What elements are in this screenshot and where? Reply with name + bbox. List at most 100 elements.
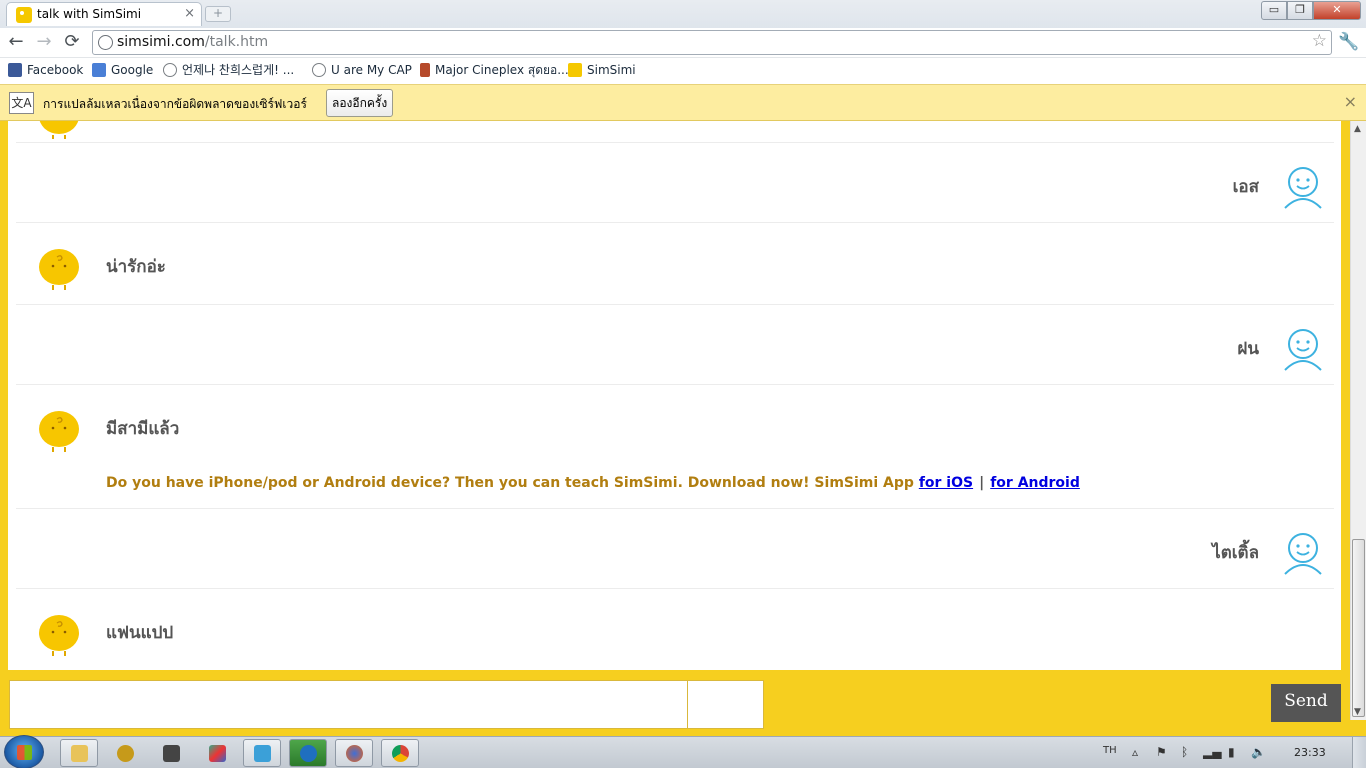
simsimi-avatar-icon — [39, 615, 79, 656]
windows-taskbar: TH ▵ ⚑ ᛒ ▂▄ ▮ 🔈 23:33 — [0, 735, 1366, 768]
taskbar-chrome[interactable] — [381, 739, 419, 767]
window-close-button[interactable]: ✕ — [1313, 1, 1361, 20]
back-button[interactable]: ← — [5, 32, 27, 54]
bookmark-major-cineplex[interactable]: Major Cineplex สุดยอ... — [420, 62, 569, 80]
wrench-menu-icon[interactable]: 🔧 — [1338, 32, 1360, 54]
url-host: simsimi.com — [117, 34, 205, 50]
start-button[interactable] — [4, 735, 44, 768]
address-bar[interactable]: simsimi.com/talk.htm ☆ — [92, 30, 1332, 55]
user-avatar-icon — [1284, 167, 1322, 209]
user-avatar-icon — [1284, 329, 1322, 371]
app-icon — [117, 745, 134, 762]
network-signal-icon[interactable]: ▂▄ — [1203, 745, 1221, 759]
taskbar-app-2[interactable] — [152, 739, 190, 767]
send-button[interactable]: Send — [1271, 684, 1341, 722]
chat-log: เอส น่ารักอ่ะ ฝน มีสามีแล้ว Do you have … — [8, 121, 1341, 670]
taskbar-app-1[interactable] — [106, 739, 144, 767]
messenger-icon — [254, 745, 271, 762]
chrome-icon — [392, 745, 409, 762]
scroll-up-arrow-icon[interactable]: ▲ — [1354, 124, 1361, 134]
bookmark-u-are-my-cap[interactable]: U are My CAP — [312, 62, 412, 80]
globe-icon — [312, 63, 326, 77]
user-message: ไตเติ้ล — [1212, 543, 1259, 563]
chat-input-bar: Send — [0, 670, 1350, 736]
simsimi-avatar-icon — [39, 411, 79, 452]
paint-icon — [209, 745, 226, 762]
simsimi-avatar-icon — [39, 249, 79, 290]
bluetooth-icon[interactable]: ᛒ — [1181, 745, 1188, 759]
bookmark-label: U are My CAP — [331, 63, 412, 77]
browser-titlebar: talk with SimSimi × + ▭ ❐ ✕ — [0, 0, 1366, 28]
taskbar-app-4[interactable] — [289, 739, 327, 767]
window-maximize-button[interactable]: ❐ — [1287, 1, 1313, 20]
promo-text: Do you have iPhone/pod or Android device… — [106, 475, 919, 491]
taskbar-clock[interactable]: 23:33 — [1294, 746, 1326, 759]
forward-button[interactable]: → — [33, 32, 55, 54]
bot-message: แฟนแปป — [106, 623, 174, 643]
url-path: /talk.htm — [204, 34, 269, 50]
volume-icon[interactable]: 🔈 — [1251, 745, 1266, 759]
translate-error-message: การแปลล้มเหลวเนื่องจากข้อผิดพลาดของเซิร์… — [43, 97, 307, 111]
bookmarks-bar: Facebook Google 언제나 찬희스럽게! ... U are My … — [0, 58, 1366, 84]
taskbar-messenger[interactable] — [243, 739, 281, 767]
tab-title: talk with SimSimi — [37, 7, 142, 21]
taskbar-explorer[interactable] — [60, 739, 98, 767]
browser-toolbar: ← → ⟳ simsimi.com/talk.htm ☆ 🔧 — [0, 28, 1366, 58]
power-icon[interactable]: ▮ — [1228, 745, 1235, 759]
bot-message: มีสามีแล้ว — [106, 419, 180, 439]
bookmark-label: Google — [111, 63, 154, 77]
divider — [16, 384, 1334, 385]
clapboard-icon — [163, 745, 180, 762]
simsimi-icon — [568, 63, 582, 77]
user-message: ฝน — [1237, 339, 1259, 359]
bookmark-star-icon[interactable]: ☆ — [1312, 31, 1327, 51]
globe-icon — [163, 63, 177, 77]
divider — [16, 588, 1334, 589]
user-message: เอส — [1232, 177, 1259, 197]
cinema-icon — [420, 63, 430, 77]
ios-app-link[interactable]: for iOS — [919, 475, 973, 491]
action-center-flag-icon[interactable]: ⚑ — [1156, 745, 1167, 759]
bookmark-facebook[interactable]: Facebook — [8, 62, 83, 80]
scroll-down-arrow-icon[interactable]: ▼ — [1354, 707, 1361, 717]
translate-infobar: 文A การแปลล้มเหลวเนื่องจากข้อผิดพลาดของเซ… — [0, 84, 1366, 121]
divider — [16, 142, 1334, 143]
bookmark-label: SimSimi — [587, 63, 636, 77]
facebook-icon — [8, 63, 22, 77]
taskbar-firefox[interactable] — [335, 739, 373, 767]
globe-icon — [300, 745, 317, 762]
close-infobar-button[interactable]: × — [1344, 92, 1357, 111]
bookmark-label: 언제나 찬희스럽게! ... — [182, 63, 295, 77]
translate-icon: 文A — [9, 92, 34, 114]
window-minimize-button[interactable]: ▭ — [1261, 1, 1287, 20]
bookmark-label: Facebook — [27, 63, 84, 77]
app-promo-text: Do you have iPhone/pod or Android device… — [106, 475, 1080, 491]
tab-close-button[interactable]: × — [184, 6, 195, 21]
divider — [16, 304, 1334, 305]
scrollbar-thumb[interactable] — [1352, 539, 1365, 717]
bookmark-simsimi[interactable]: SimSimi — [568, 62, 636, 80]
bot-message: น่ารักอ่ะ — [106, 257, 166, 277]
message-input[interactable] — [9, 680, 688, 729]
google-icon — [92, 63, 106, 77]
show-desktop-button[interactable] — [1352, 737, 1366, 768]
user-avatar-icon — [1284, 533, 1322, 575]
simsimi-avatar-icon — [39, 121, 79, 139]
language-indicator[interactable]: TH — [1103, 745, 1117, 756]
browser-tab[interactable]: talk with SimSimi × — [6, 2, 202, 26]
page-scrollbar[interactable]: ▲ ▼ — [1350, 121, 1366, 720]
link-separator: | — [979, 475, 985, 491]
bookmark-chanhee[interactable]: 언제나 찬희스럽게! ... — [163, 62, 294, 80]
retry-translate-button[interactable]: ลองอีกครั้ง — [326, 89, 394, 117]
folder-icon — [71, 745, 88, 762]
simsimi-favicon-icon — [16, 7, 32, 23]
url-text[interactable]: simsimi.com/talk.htm — [117, 34, 268, 50]
bookmark-google[interactable]: Google — [92, 62, 153, 80]
bookmark-label: Major Cineplex สุดยอ... — [435, 63, 569, 77]
reload-button[interactable]: ⟳ — [61, 32, 83, 54]
android-app-link[interactable]: for Android — [990, 475, 1080, 491]
show-hidden-icons-icon[interactable]: ▵ — [1132, 745, 1138, 759]
new-tab-button[interactable]: + — [205, 6, 231, 22]
divider — [16, 222, 1334, 223]
taskbar-app-3[interactable] — [198, 739, 236, 767]
